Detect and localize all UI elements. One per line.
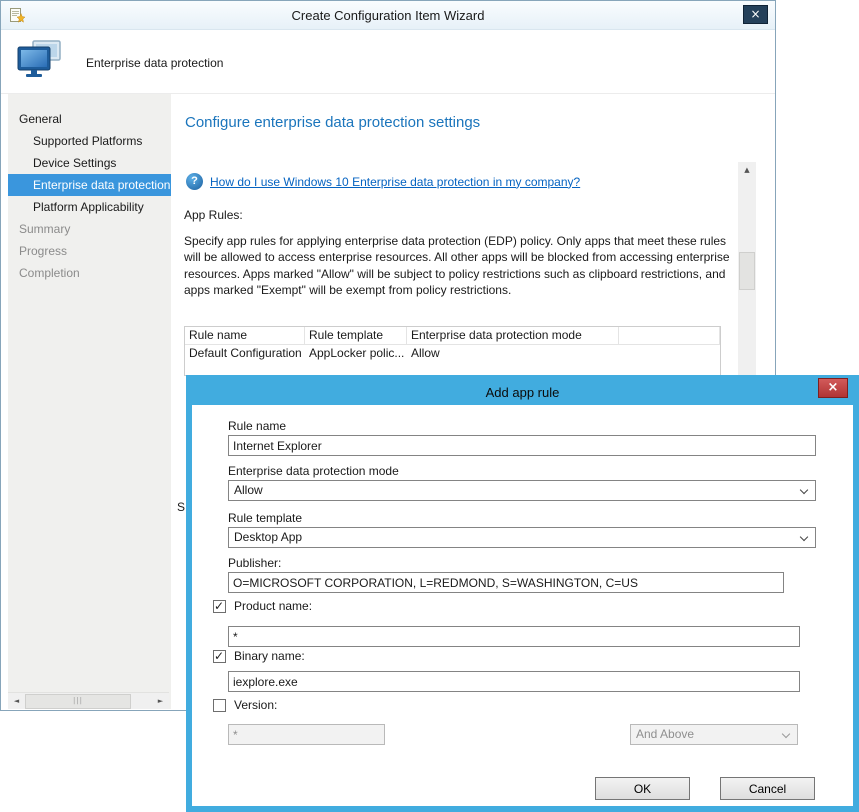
- help-icon[interactable]: ?: [186, 173, 203, 190]
- binary-name-label[interactable]: Binary name:: [234, 649, 305, 663]
- help-link[interactable]: How do I use Windows 10 Enterprise data …: [210, 175, 580, 189]
- horizontal-scrollbar-thumb[interactable]: |||: [25, 694, 131, 709]
- table-row[interactable]: Default Configuration ... AppLocker poli…: [185, 345, 720, 363]
- checkmark-icon: ✓: [214, 599, 224, 613]
- app-rules-label: App Rules:: [184, 208, 243, 222]
- scroll-up-icon[interactable]: ▲: [738, 162, 756, 179]
- version-checkbox[interactable]: [213, 699, 226, 712]
- publisher-label: Publisher:: [228, 556, 281, 570]
- dialog-title: Add app rule: [192, 385, 853, 400]
- binary-name-row: ✓ Binary name:: [213, 649, 305, 663]
- chevron-down-icon: [800, 533, 808, 541]
- add-app-rule-dialog: Add app rule × Rule name Enterprise data…: [186, 375, 859, 812]
- occluded-text-fragment: S: [177, 500, 185, 514]
- dialog-body: Rule name Enterprise data protection mod…: [192, 405, 853, 806]
- wizard-step-sidebar: General Supported Platforms Device Setti…: [8, 94, 171, 709]
- vertical-scrollbar-thumb[interactable]: [739, 252, 755, 290]
- ok-button[interactable]: OK: [595, 777, 690, 800]
- rule-template-label: Rule template: [228, 511, 302, 525]
- table-header-row: Rule name Rule template Enterprise data …: [185, 327, 720, 345]
- cell-spacer: [619, 345, 720, 363]
- edp-mode-value: Allow: [234, 483, 263, 497]
- version-operator-value: And Above: [636, 727, 694, 741]
- sidebar-item-supported-platforms[interactable]: Supported Platforms: [8, 130, 171, 152]
- cancel-button[interactable]: Cancel: [720, 777, 815, 800]
- product-name-row: ✓ Product name:: [213, 599, 312, 613]
- sidebar-item-progress: Progress: [8, 240, 171, 262]
- binary-name-checkbox[interactable]: ✓: [213, 650, 226, 663]
- sidebar-horizontal-scrollbar[interactable]: ◄ ||| ►: [8, 692, 169, 709]
- checkmark-icon: ✓: [214, 649, 224, 663]
- app-rules-description: Specify app rules for applying enterpris…: [184, 233, 739, 298]
- dialog-titlebar[interactable]: Add app rule: [192, 381, 853, 405]
- column-header-rule-name[interactable]: Rule name: [185, 327, 305, 344]
- cell-rule-name: Default Configuration ...: [185, 345, 305, 363]
- product-name-label[interactable]: Product name:: [234, 599, 312, 613]
- app-rules-table: Rule name Rule template Enterprise data …: [184, 326, 721, 376]
- edp-mode-label: Enterprise data protection mode: [228, 464, 399, 478]
- publisher-input[interactable]: [228, 572, 784, 593]
- scroll-right-icon[interactable]: ►: [152, 693, 169, 709]
- window-title: Create Configuration Item Wizard: [1, 8, 775, 23]
- rule-name-input[interactable]: [228, 435, 816, 456]
- dialog-close-icon[interactable]: ×: [818, 378, 848, 398]
- chevron-down-icon: [800, 486, 808, 494]
- edp-mode-dropdown[interactable]: Allow: [228, 480, 816, 501]
- product-name-checkbox[interactable]: ✓: [213, 600, 226, 613]
- sidebar-item-completion: Completion: [8, 262, 171, 284]
- wizard-titlebar[interactable]: Create Configuration Item Wizard ×: [1, 1, 775, 30]
- version-input: [228, 724, 385, 745]
- close-icon[interactable]: ×: [743, 5, 768, 24]
- version-operator-dropdown: And Above: [630, 724, 798, 745]
- rule-name-label: Rule name: [228, 419, 286, 433]
- scroll-left-icon[interactable]: ◄: [8, 693, 25, 709]
- wizard-header: Enterprise data protection: [1, 30, 775, 94]
- horizontal-scrollbar-track[interactable]: [131, 693, 152, 709]
- column-header-edp-mode[interactable]: Enterprise data protection mode: [407, 327, 619, 344]
- sidebar-item-summary: Summary: [8, 218, 171, 240]
- cell-edp-mode: Allow: [407, 345, 619, 363]
- rule-template-dropdown[interactable]: Desktop App: [228, 527, 816, 548]
- computer-icon: [16, 40, 64, 89]
- chevron-down-icon: [782, 730, 790, 738]
- sidebar-item-platform-applicability[interactable]: Platform Applicability: [8, 196, 171, 218]
- sidebar-item-general[interactable]: General: [8, 108, 171, 130]
- binary-name-input[interactable]: [228, 671, 800, 692]
- column-header-rule-template[interactable]: Rule template: [305, 327, 407, 344]
- sidebar-item-enterprise-data-protection[interactable]: Enterprise data protection: [8, 174, 171, 196]
- help-row: ? How do I use Windows 10 Enterprise dat…: [186, 173, 580, 190]
- version-row: Version:: [213, 698, 277, 712]
- scrollbar-grip-icon: |||: [73, 697, 83, 705]
- sidebar-item-device-settings[interactable]: Device Settings: [8, 152, 171, 174]
- rule-template-value: Desktop App: [234, 530, 302, 544]
- page-title: Configure enterprise data protection set…: [185, 114, 480, 131]
- product-name-input[interactable]: [228, 626, 800, 647]
- column-header-spacer: [619, 327, 720, 344]
- version-label[interactable]: Version:: [234, 698, 277, 712]
- wizard-page-label: Enterprise data protection: [86, 56, 223, 70]
- cell-rule-template: AppLocker polic...: [305, 345, 407, 363]
